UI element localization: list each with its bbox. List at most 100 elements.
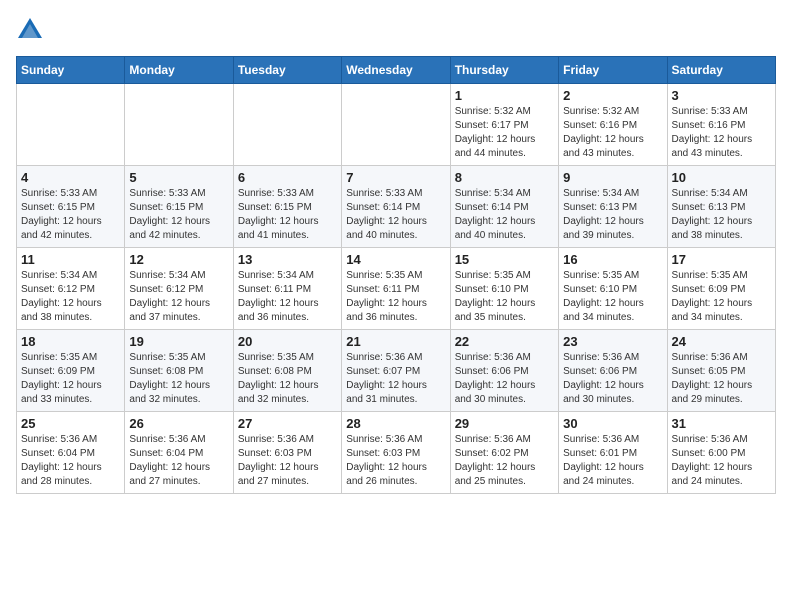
calendar-cell: 31 Sunrise: 5:36 AMSunset: 6:00 PMDayligh… bbox=[667, 412, 775, 494]
day-info: Sunrise: 5:34 AMSunset: 6:11 PMDaylight:… bbox=[238, 269, 337, 325]
day-number: 18 bbox=[21, 334, 120, 349]
calendar-cell: 9 Sunrise: 5:34 AMSunset: 6:13 PMDaylight… bbox=[559, 166, 667, 248]
calendar-cell: 7 Sunrise: 5:33 AMSunset: 6:14 PMDaylight… bbox=[342, 166, 450, 248]
day-number: 28 bbox=[346, 416, 445, 431]
day-info: Sunrise: 5:33 AMSunset: 6:16 PMDaylight:… bbox=[672, 105, 771, 161]
calendar-cell: 2Sunrise: 5:32 AMSunset: 6:16 PMDaylight… bbox=[559, 84, 667, 166]
day-number: 4 bbox=[21, 170, 120, 185]
calendar-cell: 25 Sunrise: 5:36 AMSunset: 6:04 PMDayligh… bbox=[17, 412, 125, 494]
day-info: Sunrise: 5:36 AMSunset: 6:07 PMDaylight:… bbox=[346, 351, 445, 407]
day-info: Sunrise: 5:33 AMSunset: 6:14 PMDaylight:… bbox=[346, 187, 445, 243]
day-number: 25 bbox=[21, 416, 120, 431]
calendar-cell: 20Sunrise: 5:35 AMSunset: 6:08 PMDayligh… bbox=[233, 330, 341, 412]
calendar-cell: 12 Sunrise: 5:34 AMSunset: 6:12 PMDayligh… bbox=[125, 248, 233, 330]
calendar-header-row: SundayMondayTuesdayWednesdayThursdayFrid… bbox=[17, 57, 776, 84]
column-header-tuesday: Tuesday bbox=[233, 57, 341, 84]
calendar-cell: 28 Sunrise: 5:36 AMSunset: 6:03 PMDayligh… bbox=[342, 412, 450, 494]
calendar-cell: 22 Sunrise: 5:36 AMSunset: 6:06 PMDayligh… bbox=[450, 330, 558, 412]
day-info: Sunrise: 5:36 AMSunset: 6:06 PMDaylight:… bbox=[455, 351, 554, 407]
calendar-cell: 19Sunrise: 5:35 AMSunset: 6:08 PMDayligh… bbox=[125, 330, 233, 412]
day-info: Sunrise: 5:34 AMSunset: 6:14 PMDaylight:… bbox=[455, 187, 554, 243]
day-number: 15 bbox=[455, 252, 554, 267]
column-header-sunday: Sunday bbox=[17, 57, 125, 84]
day-number: 6 bbox=[238, 170, 337, 185]
calendar-cell: 23Sunrise: 5:36 AMSunset: 6:06 PMDayligh… bbox=[559, 330, 667, 412]
calendar-cell: 5Sunrise: 5:33 AMSunset: 6:15 PMDaylight… bbox=[125, 166, 233, 248]
calendar-week-row: 18 Sunrise: 5:35 AMSunset: 6:09 PMDayligh… bbox=[17, 330, 776, 412]
day-number: 3 bbox=[672, 88, 771, 103]
day-number: 23 bbox=[563, 334, 662, 349]
calendar-cell: 14 Sunrise: 5:35 AMSunset: 6:11 PMDayligh… bbox=[342, 248, 450, 330]
day-number: 13 bbox=[238, 252, 337, 267]
calendar-cell: 11 Sunrise: 5:34 AMSunset: 6:12 PMDayligh… bbox=[17, 248, 125, 330]
calendar-cell: 18 Sunrise: 5:35 AMSunset: 6:09 PMDayligh… bbox=[17, 330, 125, 412]
day-info: Sunrise: 5:32 AMSunset: 6:16 PMDaylight:… bbox=[563, 105, 662, 161]
calendar-week-row: 1Sunrise: 5:32 AMSunset: 6:17 PMDaylight… bbox=[17, 84, 776, 166]
day-number: 12 bbox=[129, 252, 228, 267]
day-info: Sunrise: 5:35 AMSunset: 6:09 PMDaylight:… bbox=[21, 351, 120, 407]
day-info: Sunrise: 5:36 AMSunset: 6:04 PMDaylight:… bbox=[21, 433, 120, 489]
day-info: Sunrise: 5:36 AMSunset: 6:01 PMDaylight:… bbox=[563, 433, 662, 489]
calendar-cell bbox=[342, 84, 450, 166]
day-info: Sunrise: 5:35 AMSunset: 6:11 PMDaylight:… bbox=[346, 269, 445, 325]
day-info: Sunrise: 5:33 AMSunset: 6:15 PMDaylight:… bbox=[238, 187, 337, 243]
calendar-cell: 27 Sunrise: 5:36 AMSunset: 6:03 PMDayligh… bbox=[233, 412, 341, 494]
day-number: 8 bbox=[455, 170, 554, 185]
calendar-cell: 1Sunrise: 5:32 AMSunset: 6:17 PMDaylight… bbox=[450, 84, 558, 166]
day-info: Sunrise: 5:35 AMSunset: 6:08 PMDaylight:… bbox=[129, 351, 228, 407]
calendar-cell: 16 Sunrise: 5:35 AMSunset: 6:10 PMDayligh… bbox=[559, 248, 667, 330]
calendar-cell: 6 Sunrise: 5:33 AMSunset: 6:15 PMDaylight… bbox=[233, 166, 341, 248]
calendar-cell bbox=[233, 84, 341, 166]
column-header-friday: Friday bbox=[559, 57, 667, 84]
calendar-cell: 30 Sunrise: 5:36 AMSunset: 6:01 PMDayligh… bbox=[559, 412, 667, 494]
calendar-cell: 17Sunrise: 5:35 AMSunset: 6:09 PMDayligh… bbox=[667, 248, 775, 330]
calendar-week-row: 11 Sunrise: 5:34 AMSunset: 6:12 PMDayligh… bbox=[17, 248, 776, 330]
day-info: Sunrise: 5:34 AMSunset: 6:13 PMDaylight:… bbox=[563, 187, 662, 243]
day-number: 17 bbox=[672, 252, 771, 267]
day-number: 7 bbox=[346, 170, 445, 185]
calendar-cell: 10Sunrise: 5:34 AMSunset: 6:13 PMDayligh… bbox=[667, 166, 775, 248]
day-number: 11 bbox=[21, 252, 120, 267]
calendar-week-row: 4 Sunrise: 5:33 AMSunset: 6:15 PMDaylight… bbox=[17, 166, 776, 248]
day-info: Sunrise: 5:34 AMSunset: 6:12 PMDaylight:… bbox=[21, 269, 120, 325]
calendar-cell: 3 Sunrise: 5:33 AMSunset: 6:16 PMDaylight… bbox=[667, 84, 775, 166]
column-header-monday: Monday bbox=[125, 57, 233, 84]
day-number: 26 bbox=[129, 416, 228, 431]
column-header-thursday: Thursday bbox=[450, 57, 558, 84]
day-info: Sunrise: 5:36 AMSunset: 6:03 PMDaylight:… bbox=[346, 433, 445, 489]
day-number: 31 bbox=[672, 416, 771, 431]
day-number: 1 bbox=[455, 88, 554, 103]
day-number: 14 bbox=[346, 252, 445, 267]
day-info: Sunrise: 5:36 AMSunset: 6:02 PMDaylight:… bbox=[455, 433, 554, 489]
day-info: Sunrise: 5:36 AMSunset: 6:03 PMDaylight:… bbox=[238, 433, 337, 489]
column-header-wednesday: Wednesday bbox=[342, 57, 450, 84]
day-info: Sunrise: 5:34 AMSunset: 6:12 PMDaylight:… bbox=[129, 269, 228, 325]
day-info: Sunrise: 5:35 AMSunset: 6:10 PMDaylight:… bbox=[563, 269, 662, 325]
column-header-saturday: Saturday bbox=[667, 57, 775, 84]
calendar-table: SundayMondayTuesdayWednesdayThursdayFrid… bbox=[16, 56, 776, 494]
calendar-cell bbox=[17, 84, 125, 166]
day-number: 9 bbox=[563, 170, 662, 185]
calendar-cell: 29 Sunrise: 5:36 AMSunset: 6:02 PMDayligh… bbox=[450, 412, 558, 494]
calendar-cell: 15 Sunrise: 5:35 AMSunset: 6:10 PMDayligh… bbox=[450, 248, 558, 330]
calendar-cell: 8 Sunrise: 5:34 AMSunset: 6:14 PMDaylight… bbox=[450, 166, 558, 248]
calendar-cell: 4Sunrise: 5:33 AMSunset: 6:15 PMDaylight… bbox=[17, 166, 125, 248]
day-info: Sunrise: 5:35 AMSunset: 6:10 PMDaylight:… bbox=[455, 269, 554, 325]
calendar-cell bbox=[125, 84, 233, 166]
calendar-cell: 21Sunrise: 5:36 AMSunset: 6:07 PMDayligh… bbox=[342, 330, 450, 412]
day-number: 10 bbox=[672, 170, 771, 185]
page-header bbox=[16, 16, 776, 44]
calendar-week-row: 25 Sunrise: 5:36 AMSunset: 6:04 PMDayligh… bbox=[17, 412, 776, 494]
logo bbox=[16, 16, 48, 44]
day-number: 5 bbox=[129, 170, 228, 185]
calendar-cell: 26Sunrise: 5:36 AMSunset: 6:04 PMDayligh… bbox=[125, 412, 233, 494]
day-number: 27 bbox=[238, 416, 337, 431]
day-number: 29 bbox=[455, 416, 554, 431]
day-info: Sunrise: 5:36 AMSunset: 6:00 PMDaylight:… bbox=[672, 433, 771, 489]
day-number: 16 bbox=[563, 252, 662, 267]
calendar-cell: 13 Sunrise: 5:34 AMSunset: 6:11 PMDayligh… bbox=[233, 248, 341, 330]
day-number: 24 bbox=[672, 334, 771, 349]
day-number: 30 bbox=[563, 416, 662, 431]
day-number: 22 bbox=[455, 334, 554, 349]
calendar-cell: 24Sunrise: 5:36 AMSunset: 6:05 PMDayligh… bbox=[667, 330, 775, 412]
